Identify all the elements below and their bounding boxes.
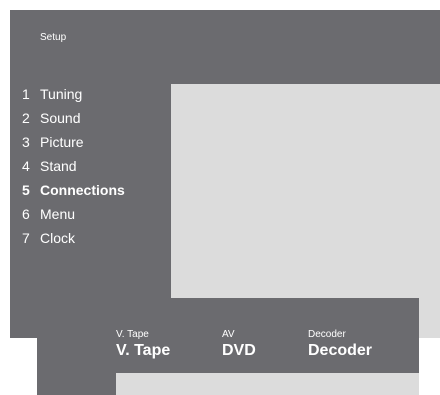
menu-item-number: 2: [22, 110, 30, 126]
menu-item-label: Picture: [40, 134, 84, 150]
menu-item-label: Clock: [40, 230, 76, 246]
menu-item-stand[interactable]: 4 Stand: [22, 154, 125, 178]
connection-value: DVD: [222, 342, 256, 359]
menu-item-label: Menu: [40, 206, 76, 222]
menu-item-number: 6: [22, 206, 30, 222]
menu-item-menu[interactable]: 6 Menu: [22, 202, 125, 226]
connection-vtape[interactable]: V. Tape V. Tape: [116, 329, 170, 361]
connections-panel: V. Tape V. Tape AV DVD Decoder Decoder: [37, 298, 419, 395]
menu-item-connections[interactable]: 5 Connections: [22, 178, 125, 202]
menu-item-number: 4: [22, 158, 30, 174]
menu-item-clock[interactable]: 7 Clock: [22, 226, 125, 250]
menu-item-picture[interactable]: 3 Picture: [22, 130, 125, 154]
connection-av[interactable]: AV DVD: [222, 329, 256, 361]
connections-content-area: [116, 373, 419, 395]
connection-value: V. Tape: [116, 342, 171, 359]
menu-item-number: 7: [22, 230, 30, 246]
connection-value: Decoder: [308, 342, 373, 359]
menu-item-label: Connections: [40, 182, 125, 198]
connection-decoder[interactable]: Decoder Decoder: [308, 329, 372, 361]
menu-item-sound[interactable]: 2 Sound: [22, 106, 125, 130]
menu-item-label: Tuning: [40, 86, 83, 102]
connection-label: Decoder: [308, 329, 346, 340]
menu-item-number: 1: [22, 86, 30, 102]
connection-label: AV: [222, 329, 235, 340]
setup-menu-title: Setup: [40, 32, 67, 43]
setup-menu-panel: Setup 1 Tuning 2 Sound 3 Picture 4 Stand 5 Co…: [10, 10, 440, 338]
menu-item-number: 3: [22, 134, 30, 150]
menu-item-label: Sound: [40, 110, 81, 126]
menu-item-number: 5: [22, 182, 30, 198]
menu-item-label: Stand: [40, 158, 77, 174]
connection-label: V. Tape: [116, 329, 149, 340]
menu-item-tuning[interactable]: 1 Tuning: [22, 82, 125, 106]
setup-menu-list: 1 Tuning 2 Sound 3 Picture 4 Stand 5 Connecti…: [22, 82, 125, 250]
